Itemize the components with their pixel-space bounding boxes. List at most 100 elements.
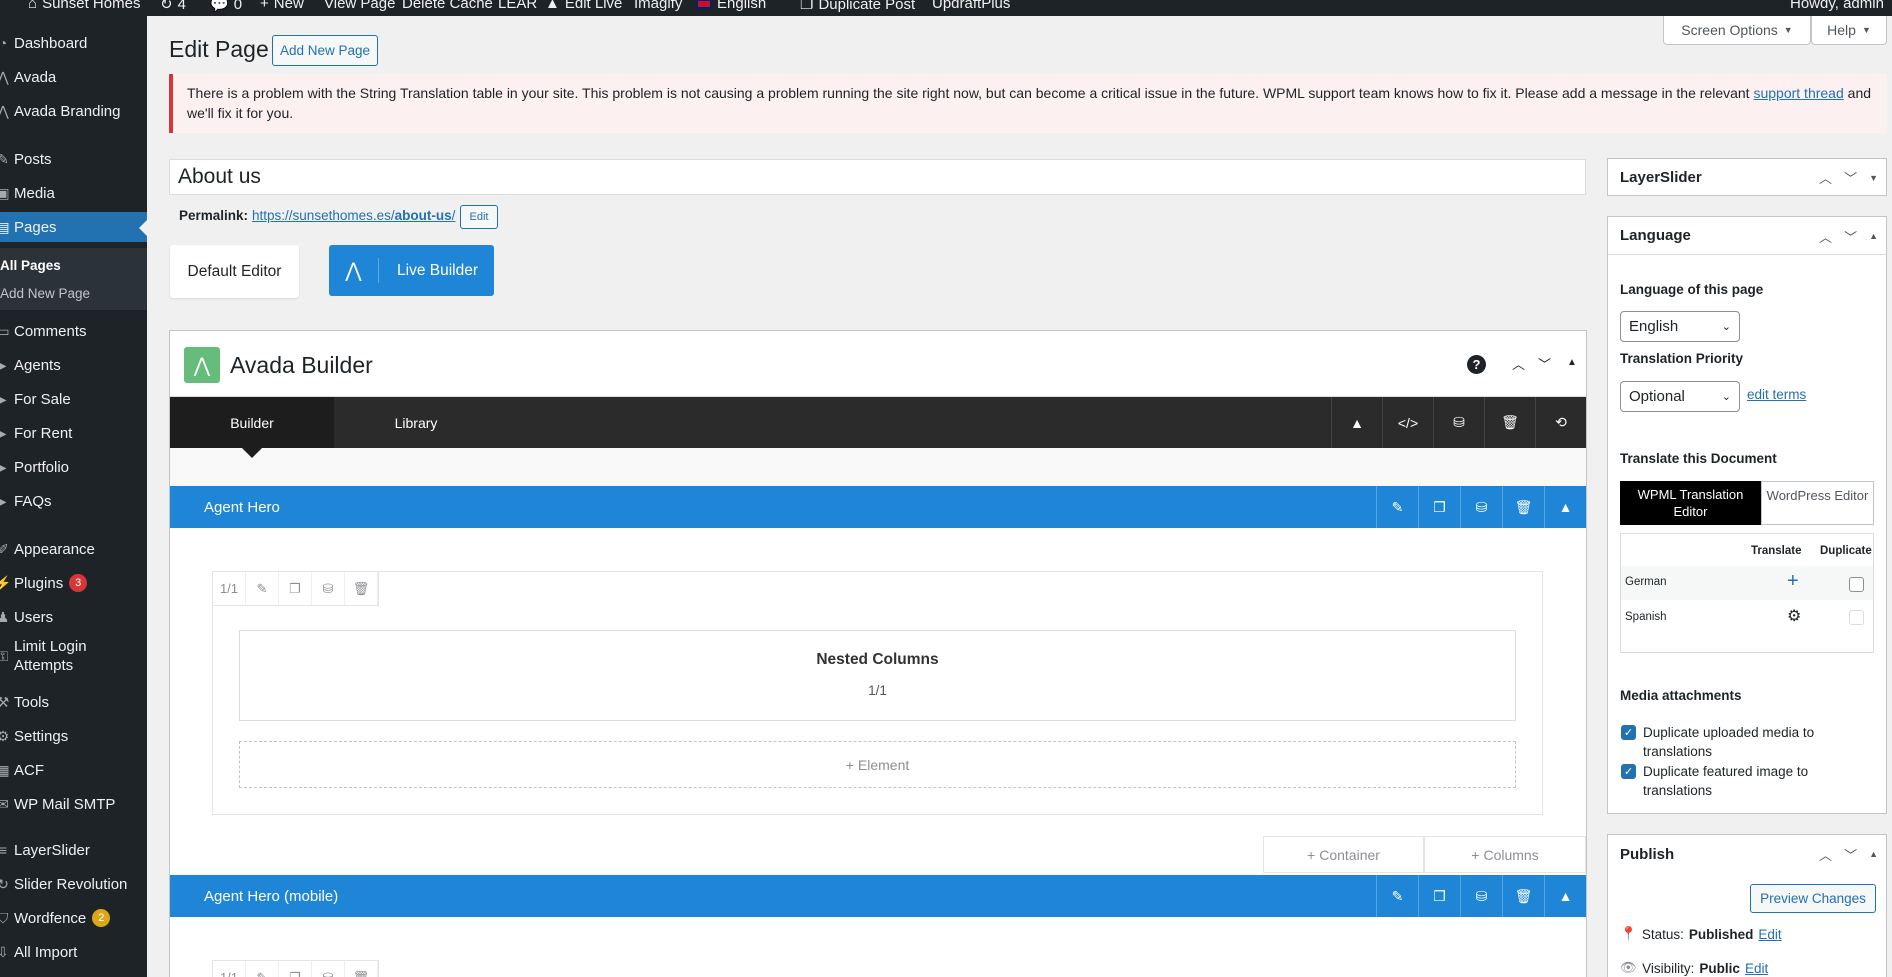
submenu-item-all-pages[interactable]: All Pages (0, 258, 61, 273)
chevron-down-icon[interactable]: ﹀ (1844, 227, 1857, 246)
clone-icon[interactable]: ❐ (279, 961, 312, 977)
sidebar-item-users[interactable]: ♟ Users (0, 602, 147, 632)
save-icon[interactable]: ⛁ (312, 961, 345, 977)
clone-icon[interactable]: ❐ (1418, 875, 1460, 917)
clone-icon[interactable]: ❐ (1418, 486, 1460, 528)
clone-icon[interactable]: ❐ (279, 572, 312, 605)
sidebar-item-faqs[interactable]: ▸ FAQs (0, 486, 147, 516)
sidebar-item-plugins[interactable]: ⚡ Plugins 3 (0, 568, 147, 598)
live-builder-button[interactable]: ⋀ Live Builder (329, 245, 494, 296)
collapse-icon[interactable]: ▲ (1544, 486, 1586, 528)
sidebar-item-acf[interactable]: ▦ ACF (0, 755, 147, 785)
sidebar-item-avada-branding[interactable]: ⋀ Avada Branding (0, 96, 147, 126)
chevron-down-icon[interactable]: ﹀ (1844, 845, 1857, 864)
code-icon[interactable]: </> (1382, 397, 1433, 448)
gear-icon[interactable]: ⚙ (1787, 606, 1801, 626)
edit-live-link[interactable]: ▲ Edit Live (545, 0, 622, 12)
wpml-editor-button[interactable]: WPML Translation Editor (1620, 481, 1761, 525)
new-link[interactable]: + New (260, 0, 304, 12)
trash-icon[interactable]: 🗑 (1502, 875, 1544, 917)
collapse-icon[interactable]: ▲ (1544, 875, 1586, 917)
save-template-icon[interactable]: ⛁ (1433, 397, 1484, 448)
sidebar-item-dashboard[interactable]: ◔ Dashboard (0, 28, 147, 58)
wp-editor-button[interactable]: WordPress Editor (1761, 481, 1874, 525)
save-icon[interactable]: ⛁ (312, 572, 345, 605)
updates-link[interactable]: ↻ 4 (160, 0, 186, 13)
save-icon[interactable]: ⛁ (1460, 486, 1502, 528)
sidebar-item-wordfence[interactable]: ⛉ Wordfence 2 (0, 903, 147, 933)
comments-link[interactable]: 💬 0 (210, 0, 242, 13)
sidebar-item-appearance[interactable]: ✐ Appearance (0, 534, 147, 564)
chevron-down-icon[interactable]: ﹀ (1538, 354, 1551, 373)
permalink-link[interactable]: https://sunsethomes.es/about-us/ (252, 208, 455, 223)
add-new-page-button[interactable]: Add New Page (272, 35, 378, 66)
view-page-link[interactable]: View Page (324, 0, 395, 12)
sidebar-item-layerslider[interactable]: ≡ LayerSlider (0, 835, 147, 865)
chevron-down-icon[interactable]: ﹀ (1844, 168, 1857, 187)
sidebar-item-avada[interactable]: ⋀ Avada (0, 62, 147, 92)
container-agent-hero[interactable]: Agent Hero ✎ ❐ ⛁ 🗑 ▲ (170, 486, 1586, 528)
sidebar-item-all-import[interactable]: ⇩ All Import (0, 937, 147, 967)
edit-icon[interactable]: ✎ (1376, 875, 1418, 917)
priority-select[interactable]: Optional ⌄ (1620, 381, 1740, 412)
chevron-up-icon[interactable]: ︿ (1819, 227, 1832, 246)
trash-icon[interactable]: 🗑 (1484, 397, 1535, 448)
sidebar-item-limit-login[interactable]: ⚿ Limit Login Attempts (0, 636, 147, 676)
edit-terms-link[interactable]: edit terms (1747, 387, 1806, 402)
trash-icon[interactable]: 🗑 (345, 572, 378, 605)
sidebar-item-tools[interactable]: ⚒ Tools (0, 687, 147, 717)
toggle-panel-icon[interactable]: ▲ (1869, 849, 1878, 859)
default-editor-button[interactable]: Default Editor (170, 245, 299, 298)
edit-icon[interactable]: ✎ (246, 572, 279, 605)
sidebar-item-settings[interactable]: ⚙ Settings (0, 721, 147, 751)
post-title-input[interactable]: About us (169, 159, 1586, 195)
sidebar-item-for-sale[interactable]: ▸ For Sale (0, 384, 147, 414)
container-agent-hero-mobile[interactable]: Agent Hero (mobile) ✎ ❐ ⛁ 🗑 ▲ (170, 875, 1586, 917)
permalink-edit-button[interactable]: Edit (460, 205, 498, 229)
chevron-up-icon[interactable]: ︿ (1819, 845, 1832, 864)
edit-icon[interactable]: ✎ (1376, 486, 1418, 528)
column-size[interactable]: 1/1 (213, 572, 246, 605)
lear-link[interactable]: LEAR (498, 0, 537, 12)
tab-library[interactable]: Library (334, 397, 498, 448)
sidebar-item-agents[interactable]: ▸ Agents (0, 350, 147, 380)
toggle-panel-icon[interactable]: ▼ (1869, 173, 1878, 183)
sidebar-item-pages[interactable]: ▤ Pages (0, 212, 147, 242)
tab-builder[interactable]: Builder (170, 397, 334, 448)
support-thread-link[interactable]: support thread (1753, 85, 1843, 101)
sidebar-item-posts[interactable]: ✎ Posts (0, 144, 147, 174)
add-translation-icon[interactable]: + (1787, 570, 1799, 593)
nested-columns-element[interactable] (239, 630, 1516, 721)
history-icon[interactable]: ⟲ (1535, 397, 1586, 448)
sidebar-item-slider-revolution[interactable]: ↻ Slider Revolution (0, 869, 147, 899)
add-columns-button[interactable]: + Columns (1424, 836, 1586, 873)
site-name-link[interactable]: ⌂ Sunset Homes (28, 0, 140, 12)
sidebar-item-for-rent[interactable]: ▸ For Rent (0, 418, 147, 448)
language-select[interactable]: English ⌄ (1620, 311, 1740, 342)
dup-media-checkbox[interactable]: ✓ (1621, 725, 1636, 740)
screen-options-button[interactable]: Screen Options ▼ (1663, 16, 1811, 45)
howdy-account[interactable]: Howdy, admin (1790, 0, 1884, 12)
submenu-item-add-new-page[interactable]: Add New Page (0, 286, 90, 301)
status-edit-link[interactable]: Edit (1758, 927, 1781, 942)
toggle-panel-icon[interactable]: ▲ (1567, 357, 1577, 368)
duplicate-german-checkbox[interactable] (1849, 577, 1864, 592)
sidebar-item-comments[interactable]: ▭ Comments (0, 316, 147, 346)
collapse-all-icon[interactable]: ▲ (1331, 397, 1382, 448)
add-container-button[interactable]: + Container (1263, 836, 1424, 873)
language-switcher[interactable]: English (696, 0, 766, 12)
visibility-edit-link[interactable]: Edit (1745, 961, 1768, 976)
chevron-up-icon[interactable]: ︿ (1819, 168, 1832, 187)
column-size[interactable]: 1/1 (213, 961, 246, 977)
save-icon[interactable]: ⛁ (1460, 875, 1502, 917)
sidebar-item-wp-mail-smtp[interactable]: ✉ WP Mail SMTP (0, 789, 147, 819)
dup-featured-checkbox[interactable]: ✓ (1621, 764, 1636, 779)
delete-cache-link[interactable]: Delete Cache (402, 0, 493, 12)
duplicate-post-link[interactable]: ❐ Duplicate Post (800, 0, 915, 13)
add-element-button[interactable]: + Element (239, 741, 1516, 788)
edit-icon[interactable]: ✎ (246, 961, 279, 977)
sidebar-item-media[interactable]: ▣ Media (0, 178, 147, 208)
trash-icon[interactable]: 🗑 (345, 961, 378, 977)
preview-changes-button[interactable]: Preview Changes (1750, 884, 1876, 913)
toggle-panel-icon[interactable]: ▲ (1869, 231, 1878, 241)
